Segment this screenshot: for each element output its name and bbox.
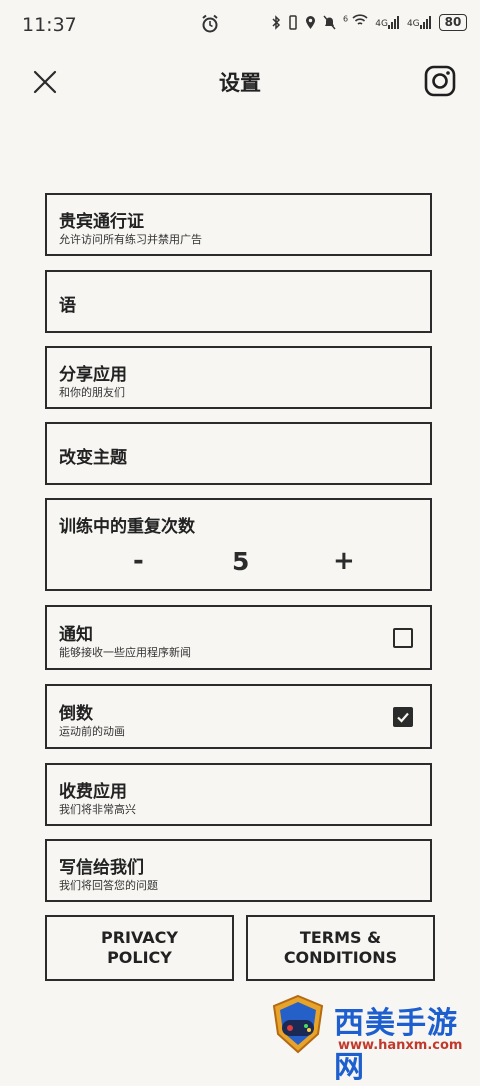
vip-pass-title: 贵宾通行证	[59, 212, 144, 232]
wifi-icon: 6	[343, 14, 368, 31]
battery-icon: 80	[438, 14, 468, 31]
page-title: 设置	[219, 71, 261, 95]
mute-icon	[323, 15, 336, 30]
share-app-title: 分享应用	[59, 365, 127, 385]
privacy-policy-button[interactable]: PRIVACY POLICY	[45, 915, 234, 981]
countdown-subtitle: 运动前的动画	[59, 725, 125, 738]
share-app-subtitle: 和你的朋友们	[59, 386, 125, 399]
watermark-url: www.hanxm.com	[338, 1038, 463, 1053]
reps-decrement-button[interactable]: -	[133, 546, 144, 576]
reps-title: 训练中的重复次数	[59, 517, 195, 537]
change-theme-title: 改变主题	[59, 448, 127, 468]
paid-app-item[interactable]: 收费应用 我们将非常高兴	[45, 763, 432, 826]
signal-icon: 4G	[375, 16, 400, 29]
vip-pass-item[interactable]: 贵宾通行证 允许访问所有练习并禁用广告	[45, 193, 432, 256]
gamepad-shield-logo	[272, 994, 324, 1054]
write-us-title: 写信给我们	[59, 858, 144, 878]
signal-bars	[387, 16, 399, 29]
wifi-arcs	[352, 14, 368, 25]
status-time: 11:37	[22, 14, 77, 36]
reps-value: 5	[232, 547, 250, 576]
top-bar: 设置	[0, 55, 480, 111]
signal-icon: 4G	[407, 16, 432, 29]
notifications-item[interactable]: 通知 能够接收一些应用程序新闻	[45, 605, 432, 670]
bluetooth-icon	[272, 15, 281, 30]
write-us-subtitle: 我们将回答您的问题	[59, 879, 158, 892]
paid-app-subtitle: 我们将非常高兴	[59, 803, 136, 816]
check-icon	[397, 712, 409, 723]
countdown-checkbox[interactable]	[393, 707, 413, 727]
paid-app-title: 收费应用	[59, 782, 127, 802]
change-theme-item[interactable]: 改变主题	[45, 422, 432, 485]
wifi-label: 6	[343, 14, 349, 24]
countdown-item[interactable]: 倒数 运动前的动画	[45, 684, 432, 749]
instagram-icon[interactable]	[424, 65, 456, 97]
system-icons: 6 4G 4G 80	[272, 14, 468, 31]
network-label: 4G	[375, 19, 388, 29]
alarm-icon	[202, 14, 218, 33]
status-bar: 11:37 6 4G 4G 80	[0, 0, 480, 50]
vip-pass-subtitle: 允许访问所有练习并禁用广告	[59, 233, 202, 246]
signal-bars	[419, 16, 431, 29]
write-us-item[interactable]: 写信给我们 我们将回答您的问题	[45, 839, 432, 902]
notifications-title: 通知	[59, 625, 93, 645]
language-title: 语	[59, 296, 76, 316]
reps-stepper-item: 训练中的重复次数 - 5 +	[45, 498, 432, 591]
network-label: 4G	[406, 19, 420, 29]
notifications-checkbox[interactable]	[393, 628, 413, 648]
watermark: 西美手游网 www.hanxm.com	[268, 992, 478, 1085]
location-icon	[306, 16, 315, 29]
countdown-title: 倒数	[59, 704, 93, 724]
vibrate-icon	[289, 15, 297, 30]
notifications-subtitle: 能够接收一些应用程序新闻	[59, 646, 191, 659]
share-app-item[interactable]: 分享应用 和你的朋友们	[45, 346, 432, 409]
reps-increment-button[interactable]: +	[333, 546, 355, 576]
language-item[interactable]: 语	[45, 270, 432, 333]
terms-conditions-button[interactable]: TERMS & CONDITIONS	[246, 915, 435, 981]
